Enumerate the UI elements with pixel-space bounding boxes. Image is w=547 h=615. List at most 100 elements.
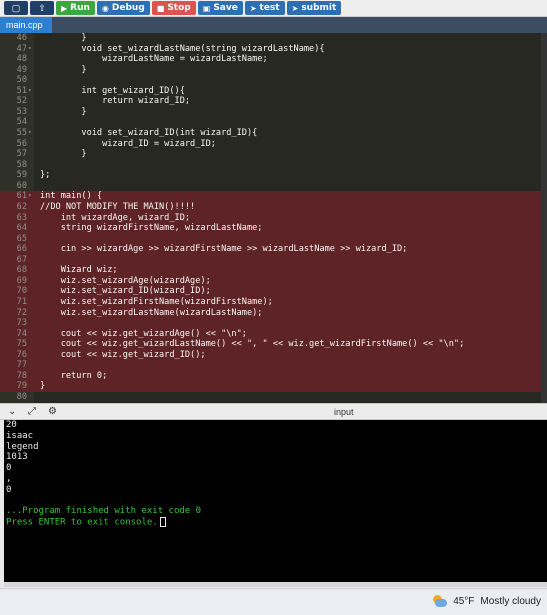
code-text: }	[40, 149, 87, 160]
line-number: 56	[16, 138, 27, 149]
code-text: void set_wizardLastName(string wizardLas…	[40, 43, 325, 54]
console-line: 20	[4, 420, 547, 431]
weather-widget[interactable]: 45°F Mostly cloudy	[431, 595, 541, 608]
fold-toggle-icon[interactable]: ▾	[28, 191, 32, 202]
code-line: 49 }	[0, 65, 547, 76]
console-line: 0	[4, 485, 547, 496]
code-line: 75 cout << wiz.get_wizardLastName() << "…	[0, 339, 547, 350]
code-line: 67	[0, 254, 547, 266]
line-number: 77	[16, 360, 27, 371]
console-line: 1013	[4, 452, 547, 463]
line-number: 78	[16, 370, 27, 381]
code-line: 73	[0, 318, 547, 329]
upload-icon[interactable]: ⇧	[30, 1, 54, 15]
code-text: int wizardAge, wizard_ID;	[40, 212, 191, 223]
partly-cloudy-icon	[431, 595, 448, 608]
console-header: ⌄ ⤢ ⚙ input	[0, 403, 547, 420]
file-icon[interactable]: ▢	[4, 1, 28, 15]
code-text: string wizardFirstName, wizardLastName;	[40, 223, 263, 234]
save-icon: ▣	[202, 3, 211, 13]
code-text: wiz.set_wizardAge(wizardAge);	[40, 275, 211, 286]
code-line: 65	[0, 233, 547, 245]
settings-icon[interactable]: ⚙	[48, 406, 57, 417]
line-number: 75	[16, 339, 27, 350]
console-text: 0	[6, 463, 12, 474]
test-button[interactable]: ➤ test	[244, 1, 285, 15]
line-number: 73	[16, 318, 27, 329]
code-text: }	[40, 381, 46, 392]
stop-icon: ■	[156, 3, 165, 13]
console-output[interactable]: 20 isaac legend 1013 0, 0 ...Program finished …	[4, 420, 547, 582]
fold-toggle-icon[interactable]: ▾	[28, 128, 32, 139]
code-line: 51 ▾ int get_wizard_ID(){	[0, 86, 547, 97]
code-line: 53 }	[0, 107, 547, 118]
code-text: }	[40, 64, 87, 75]
code-line: 78 return 0;	[0, 370, 547, 382]
code-line: 80	[0, 392, 547, 403]
console-text: 1013	[6, 452, 28, 463]
code-text: wiz.set_wizardLastName(wizardLastName);	[40, 307, 263, 318]
code-line: 57 }	[0, 149, 547, 160]
line-number: 54	[16, 117, 27, 128]
line-number: 70	[16, 286, 27, 297]
code-text: wizardLastName = wizardLastName;	[40, 54, 268, 65]
fold-toggle-icon[interactable]: ▾	[28, 44, 32, 55]
code-line: 72 wiz.set_wizardLastName(wizardLastName…	[0, 307, 547, 319]
code-line: 47 ▾ void set_wizardLastName(string wizar…	[0, 44, 547, 55]
line-number: 49	[16, 64, 27, 75]
console-line: legend	[4, 442, 547, 453]
line-number: 66	[16, 244, 27, 255]
console-line: isaac	[4, 431, 547, 442]
code-text: //DO NOT MODIFY THE MAIN()!!!!	[40, 201, 196, 212]
code-editor[interactable]: 46 } 47 ▾ void set_wizardLastName(string w…	[0, 33, 547, 403]
save-button[interactable]: ▣ Save	[197, 1, 243, 15]
code-text: }	[40, 106, 87, 117]
code-line: 56 wizard_ID = wizard_ID;	[0, 139, 547, 150]
editor-scrollbar[interactable]	[541, 33, 547, 403]
code-text: int get_wizard_ID(){	[40, 85, 185, 96]
console-text: 20	[6, 420, 17, 430]
line-number: 63	[16, 212, 27, 223]
send-icon: ➤	[291, 3, 299, 13]
code-text: wiz.set_wizard_ID(wizard_ID);	[40, 286, 211, 297]
line-number: 79	[16, 381, 27, 392]
code-line: 55 ▾ void set_wizard_ID(int wizard_ID){	[0, 128, 547, 139]
line-number: 61	[16, 191, 27, 202]
code-text: return wizard_ID;	[40, 96, 191, 107]
send-icon: ➤	[249, 3, 257, 13]
expand-icon[interactable]: ⤢	[28, 406, 36, 417]
debug-button[interactable]: ◉ Debug	[96, 1, 150, 15]
code-line: 59};	[0, 170, 547, 181]
console-text: isaac	[6, 430, 34, 441]
code-line: 63 int wizardAge, wizard_ID;	[0, 212, 547, 224]
weather-condition: Mostly cloudy	[480, 596, 541, 607]
console-cursor	[159, 517, 166, 528]
line-number: 71	[16, 297, 27, 307]
fold-toggle-icon[interactable]: ▾	[28, 86, 32, 97]
code-line: 54	[0, 117, 547, 128]
run-button[interactable]: ▶ Run	[56, 1, 95, 15]
code-line: 48 wizardLastName = wizardLastName;	[0, 54, 547, 65]
console-line: ...Program finished with exit code 0	[4, 506, 547, 517]
code-line: 50	[0, 75, 547, 86]
code-text: cout << wiz.get_wizardAge() << "\n";	[40, 328, 247, 339]
console-line: Press ENTER to exit console.	[4, 517, 547, 528]
stop-button[interactable]: ■ Stop	[151, 1, 196, 15]
play-icon: ▶	[61, 3, 68, 13]
line-number: 60	[16, 180, 27, 191]
line-number: 51	[16, 85, 27, 96]
line-number: 46	[16, 33, 27, 43]
line-number: 59	[16, 170, 27, 181]
console-line: ,	[4, 474, 547, 485]
console-footer	[4, 582, 547, 587]
tab-main-cpp[interactable]: main.cpp	[0, 17, 52, 33]
code-line: 66 cin >> wizardAge >> wizardFirstName >…	[0, 244, 547, 255]
submit-button[interactable]: ➤ submit	[286, 1, 342, 15]
code-text: Wizard wiz;	[40, 265, 118, 276]
code-text: };	[40, 170, 51, 181]
chevron-down-icon[interactable]: ⌄	[8, 406, 16, 417]
line-number: 68	[16, 265, 27, 276]
code-line: 58	[0, 160, 547, 171]
console-text: legend	[6, 441, 39, 452]
code-line: 60	[0, 181, 547, 192]
